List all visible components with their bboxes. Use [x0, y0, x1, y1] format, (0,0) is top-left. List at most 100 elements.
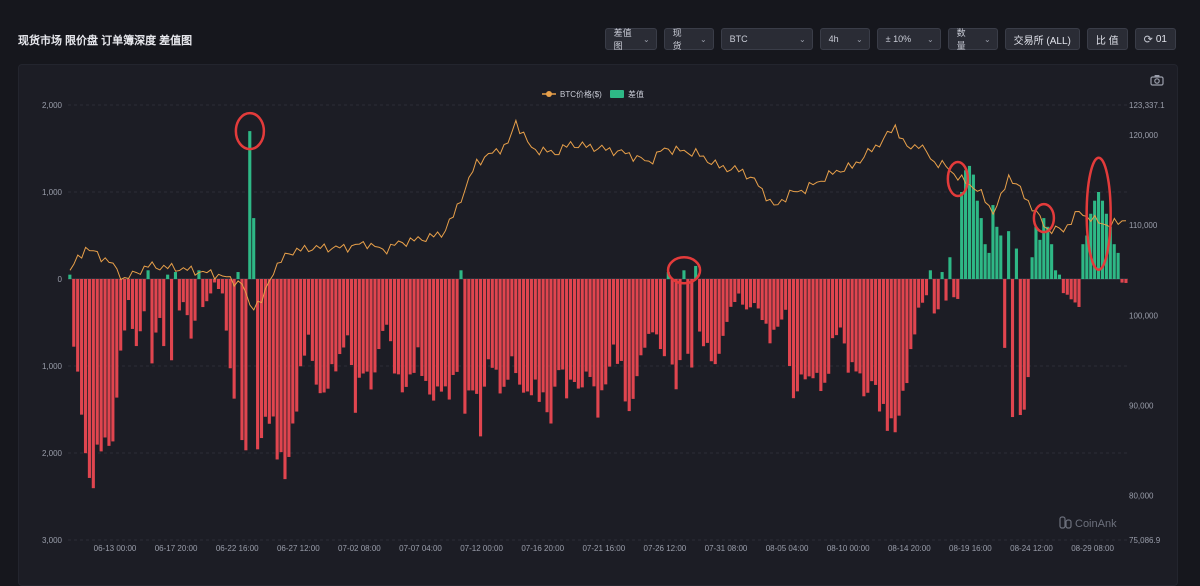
negative-bar [396, 279, 400, 375]
legend-diff-swatch [610, 90, 624, 98]
negative-bar [158, 279, 162, 318]
negative-bar [956, 279, 960, 299]
negative-bar [795, 279, 799, 392]
negative-bar [349, 279, 354, 366]
negative-bar [1010, 279, 1015, 418]
negative-bar [850, 279, 854, 363]
positive-bar [960, 192, 964, 279]
negative-bar [346, 279, 350, 336]
negative-bar [142, 279, 146, 312]
negative-bar [322, 279, 326, 393]
negative-bar [154, 279, 158, 333]
negative-bar [827, 279, 831, 374]
negative-bar [1124, 279, 1128, 283]
negative-bar [299, 279, 303, 367]
negative-bar [854, 279, 858, 372]
x-axis-tick-label: 08-10 00:00 [827, 544, 870, 553]
negative-bar [510, 279, 514, 357]
negative-bar [729, 279, 733, 307]
negative-bar [463, 279, 467, 414]
right-axis-tick-label: 120,000 [1129, 131, 1158, 140]
positive-bar [1030, 257, 1034, 279]
negative-bar [420, 279, 424, 376]
negative-bar [885, 279, 889, 431]
negative-bar [713, 279, 717, 365]
right-axis-tick-label: 75,086.9 [1129, 536, 1161, 545]
negative-bar [772, 279, 776, 330]
negative-bar [435, 279, 440, 387]
negative-bar [72, 279, 76, 347]
negative-bar [494, 279, 498, 370]
negative-bar [416, 279, 420, 348]
coinank-logo-icon [1059, 516, 1066, 529]
negative-bar [1061, 279, 1065, 294]
negative-bar [400, 279, 404, 393]
negative-bar [185, 279, 189, 316]
x-axis-tick-label: 08-29 08:00 [1071, 544, 1114, 553]
x-axis-tick-label: 06-27 12:00 [277, 544, 320, 553]
positive-bar [1112, 244, 1116, 279]
negative-bar [240, 279, 244, 441]
negative-bar [381, 279, 385, 331]
negative-bar [490, 279, 494, 368]
negative-bar [741, 279, 745, 305]
x-axis-tick-label: 07-31 08:00 [705, 544, 748, 553]
negative-bar [823, 279, 827, 383]
negative-bar [858, 279, 862, 374]
negative-bar [686, 279, 690, 354]
positive-bar [1081, 244, 1085, 279]
negative-bar [1026, 279, 1030, 378]
positive-bar [995, 226, 999, 279]
negative-bar [701, 279, 706, 347]
negative-bar [447, 279, 451, 400]
negative-bar [193, 279, 197, 321]
left-axis-tick-label: 2,000 [42, 449, 63, 458]
negative-bar [244, 279, 248, 451]
negative-bar [889, 279, 893, 419]
x-axis-tick-label: 06-22 16:00 [216, 544, 259, 553]
positive-bar [236, 272, 240, 279]
positive-bar [928, 270, 932, 279]
negative-bar [893, 279, 897, 433]
negative-bar [76, 279, 80, 372]
chart: 2,000 1,000 0 1,000 2,000 3,000 123,337.1 120,0… [42, 89, 1165, 553]
negative-bar [1022, 279, 1026, 410]
negative-bar [776, 279, 780, 327]
negative-bar [439, 279, 443, 392]
negative-bar [279, 279, 283, 453]
positive-bar [971, 174, 975, 279]
negative-bar [412, 279, 416, 373]
negative-bar [760, 279, 764, 321]
negative-bar [338, 279, 342, 355]
negative-bar [568, 279, 573, 380]
negative-bar [870, 279, 874, 382]
negative-bar [80, 279, 84, 415]
negative-bar [565, 279, 569, 399]
negative-bar [658, 279, 663, 350]
negative-bar [502, 279, 506, 387]
negative-bar [314, 279, 318, 385]
negative-bar [842, 279, 846, 344]
legend-price-dot [546, 91, 552, 97]
negative-bar [752, 279, 756, 304]
negative-bar [181, 279, 185, 303]
x-axis-tick-label: 06-17 20:00 [155, 544, 198, 553]
negative-bar [881, 279, 885, 404]
x-axis-tick-label: 08-05 04:00 [766, 544, 809, 553]
negative-bar [709, 279, 713, 362]
negative-bar [920, 279, 925, 303]
negative-bar [909, 279, 913, 350]
negative-bar [271, 279, 275, 417]
negative-bar [126, 279, 131, 301]
positive-bar [983, 244, 987, 279]
negative-bar [377, 279, 381, 350]
right-axis-tick-label: 90,000 [1129, 402, 1154, 411]
positive-bar [68, 274, 72, 279]
x-axis-tick-label: 07-26 12:00 [644, 544, 687, 553]
negative-bar [486, 279, 490, 360]
positive-bar [166, 274, 170, 279]
negative-bar [764, 279, 768, 324]
negative-bar [537, 279, 541, 402]
negative-bar [467, 279, 471, 391]
negative-bar [1003, 279, 1007, 348]
